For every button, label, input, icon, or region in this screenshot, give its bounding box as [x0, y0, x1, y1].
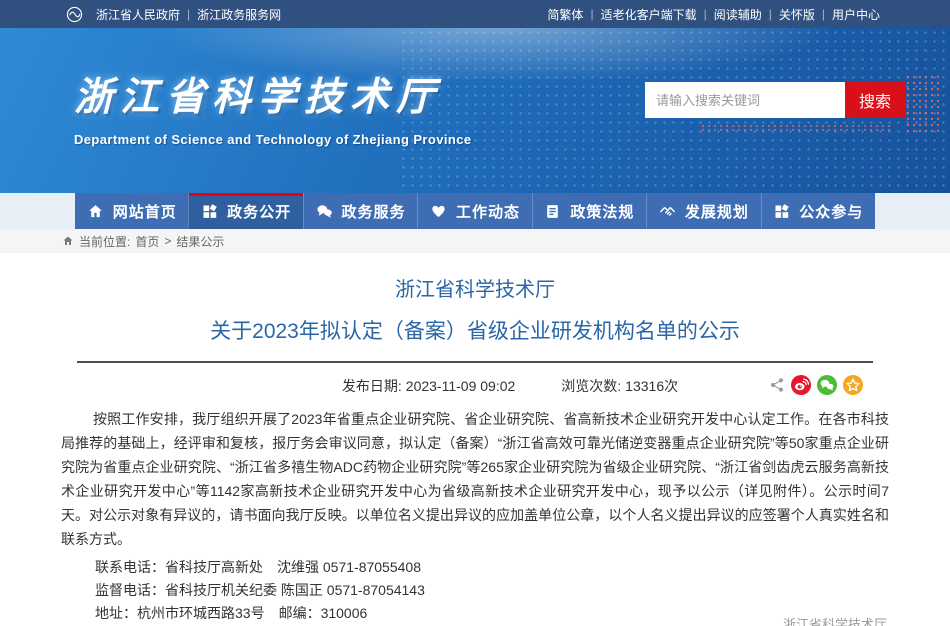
- publish-date-value: 2023-11-09 09:02: [406, 378, 516, 394]
- separator: |: [704, 7, 707, 21]
- link-user-center[interactable]: 用户中心: [832, 6, 880, 23]
- page: 浙江省人民政府 | 浙江政务服务网 简繁体 | 适老化客户端下载 | 阅读辅助 …: [0, 0, 950, 626]
- link-elderly-client-download[interactable]: 适老化客户端下载: [601, 6, 697, 23]
- red-dots-decoration: [700, 124, 890, 132]
- site-title-english: Department of Science and Technology of …: [74, 132, 471, 147]
- article-title-agency: 浙江省科学技术厅: [61, 273, 889, 302]
- wechat-share-icon[interactable]: [817, 375, 837, 395]
- article: 浙江省科学技术厅 关于2023年拟认定（备案）省级企业研发机构名单的公示 发布日…: [61, 273, 889, 626]
- search-button[interactable]: 搜索: [845, 82, 905, 118]
- publish-date: 发布日期:2023-11-09 09:02: [342, 374, 515, 398]
- nav-item-label: 发展规划: [685, 201, 749, 222]
- title-divider: [77, 361, 873, 363]
- breadcrumb-current: 结果公示: [176, 233, 224, 250]
- disclosure-seal-icon: [201, 203, 218, 220]
- breadcrumb-separator: >: [164, 234, 171, 248]
- chat-bubbles-icon: [316, 203, 333, 220]
- nav-item-label: 公众参与: [799, 201, 863, 222]
- view-count-label: 浏览次数:: [561, 378, 621, 394]
- search-input[interactable]: [645, 82, 845, 118]
- topbar-right: 简繁体 | 适老化客户端下载 | 阅读辅助 | 关怀版 | 用户中心: [547, 6, 880, 23]
- nav-item-label: 网站首页: [113, 201, 177, 222]
- view-count: 浏览次数:13316次: [561, 374, 678, 398]
- home-icon: [87, 203, 104, 220]
- nav-item-development-plans[interactable]: 发展规划: [646, 193, 760, 229]
- separator: |: [187, 7, 190, 21]
- share-bar: [769, 375, 863, 395]
- site-banner: 浙江省科学技术厅 Department of Science and Techn…: [0, 28, 950, 193]
- site-title-chinese: 浙江省科学技术厅: [74, 66, 471, 122]
- participation-seal-icon: [773, 203, 790, 220]
- favorite-star-share-icon[interactable]: [843, 375, 863, 395]
- separator: |: [822, 7, 825, 21]
- address-line: 地址：杭州市环城西路33号 邮编：310006: [95, 602, 889, 625]
- publish-date-label: 发布日期:: [342, 378, 402, 394]
- nav-item-gov-info-disclosure[interactable]: 政务公开: [188, 193, 302, 229]
- link-reading-assist[interactable]: 阅读辅助: [714, 6, 762, 23]
- breadcrumb: 当前位置: 首页 > 结果公示: [0, 229, 950, 253]
- link-simplified-traditional[interactable]: 简繁体: [547, 6, 583, 23]
- view-count-value: 13316次: [625, 378, 678, 394]
- link-care-version[interactable]: 关怀版: [779, 6, 815, 23]
- breadcrumb-home-link[interactable]: 首页: [135, 233, 159, 250]
- top-utility-bar: 浙江省人民政府 | 浙江政务服务网 简繁体 | 适老化客户端下载 | 阅读辅助 …: [0, 0, 950, 28]
- nav-item-work-news[interactable]: 工作动态: [417, 193, 531, 229]
- separator: |: [769, 7, 772, 21]
- link-gov-service-network[interactable]: 浙江政务服务网: [197, 6, 281, 23]
- nav-item-label: 政务服务: [342, 201, 406, 222]
- site-branding: 浙江省科学技术厅 Department of Science and Techn…: [74, 66, 471, 147]
- link-provincial-government[interactable]: 浙江省人民政府: [96, 6, 180, 23]
- nav-item-label: 政务公开: [227, 201, 291, 222]
- footer-agency-name: 浙江省科学技术厅: [783, 614, 887, 626]
- breadcrumb-home-icon: [62, 235, 74, 247]
- contact-phone-line: 联系电话：省科技厅高新处 沈维强 0571-87055408: [95, 556, 889, 579]
- article-meta: 发布日期:2023-11-09 09:02 浏览次数:13316次: [61, 374, 889, 398]
- share-icon[interactable]: [769, 377, 785, 393]
- document-icon: [544, 203, 561, 220]
- supervision-phone-line: 监督电话：省科技厅机关纪委 陈国正 0571-87054143: [95, 579, 889, 602]
- article-body-paragraph: 按照工作安排，我厅组织开展了2023年省重点企业研究院、省企业研究院、省高新技术…: [61, 407, 889, 551]
- main-navigation: 网站首页 政务公开 政务服务: [0, 193, 950, 229]
- red-dots-decoration: [905, 74, 943, 132]
- article-title-main: 关于2023年拟认定（备案）省级企业研发机构名单的公示: [61, 315, 889, 345]
- breadcrumb-prefix: 当前位置:: [79, 233, 130, 250]
- separator: |: [590, 7, 593, 21]
- nav-item-label: 政策法规: [570, 201, 634, 222]
- nav-items: 网站首页 政务公开 政务服务: [75, 193, 875, 229]
- zhejiang-gov-emblem-icon: [66, 6, 83, 23]
- site-search: 搜索: [645, 82, 905, 118]
- nav-item-public-participation[interactable]: 公众参与: [761, 193, 875, 229]
- topbar-left: 浙江省人民政府 | 浙江政务服务网: [66, 6, 281, 23]
- nav-item-home[interactable]: 网站首页: [75, 193, 188, 229]
- weibo-share-icon[interactable]: [791, 375, 811, 395]
- nav-item-gov-services[interactable]: 政务服务: [303, 193, 417, 229]
- heart-icon: [430, 203, 447, 220]
- nav-item-policies[interactable]: 政策法规: [532, 193, 646, 229]
- meta-fields: 发布日期:2023-11-09 09:02 浏览次数:13316次: [61, 374, 889, 398]
- contact-info: 联系电话：省科技厅高新处 沈维强 0571-87055408 监督电话：省科技厅…: [61, 556, 889, 625]
- handshake-icon: [659, 203, 676, 220]
- nav-item-label: 工作动态: [456, 201, 520, 222]
